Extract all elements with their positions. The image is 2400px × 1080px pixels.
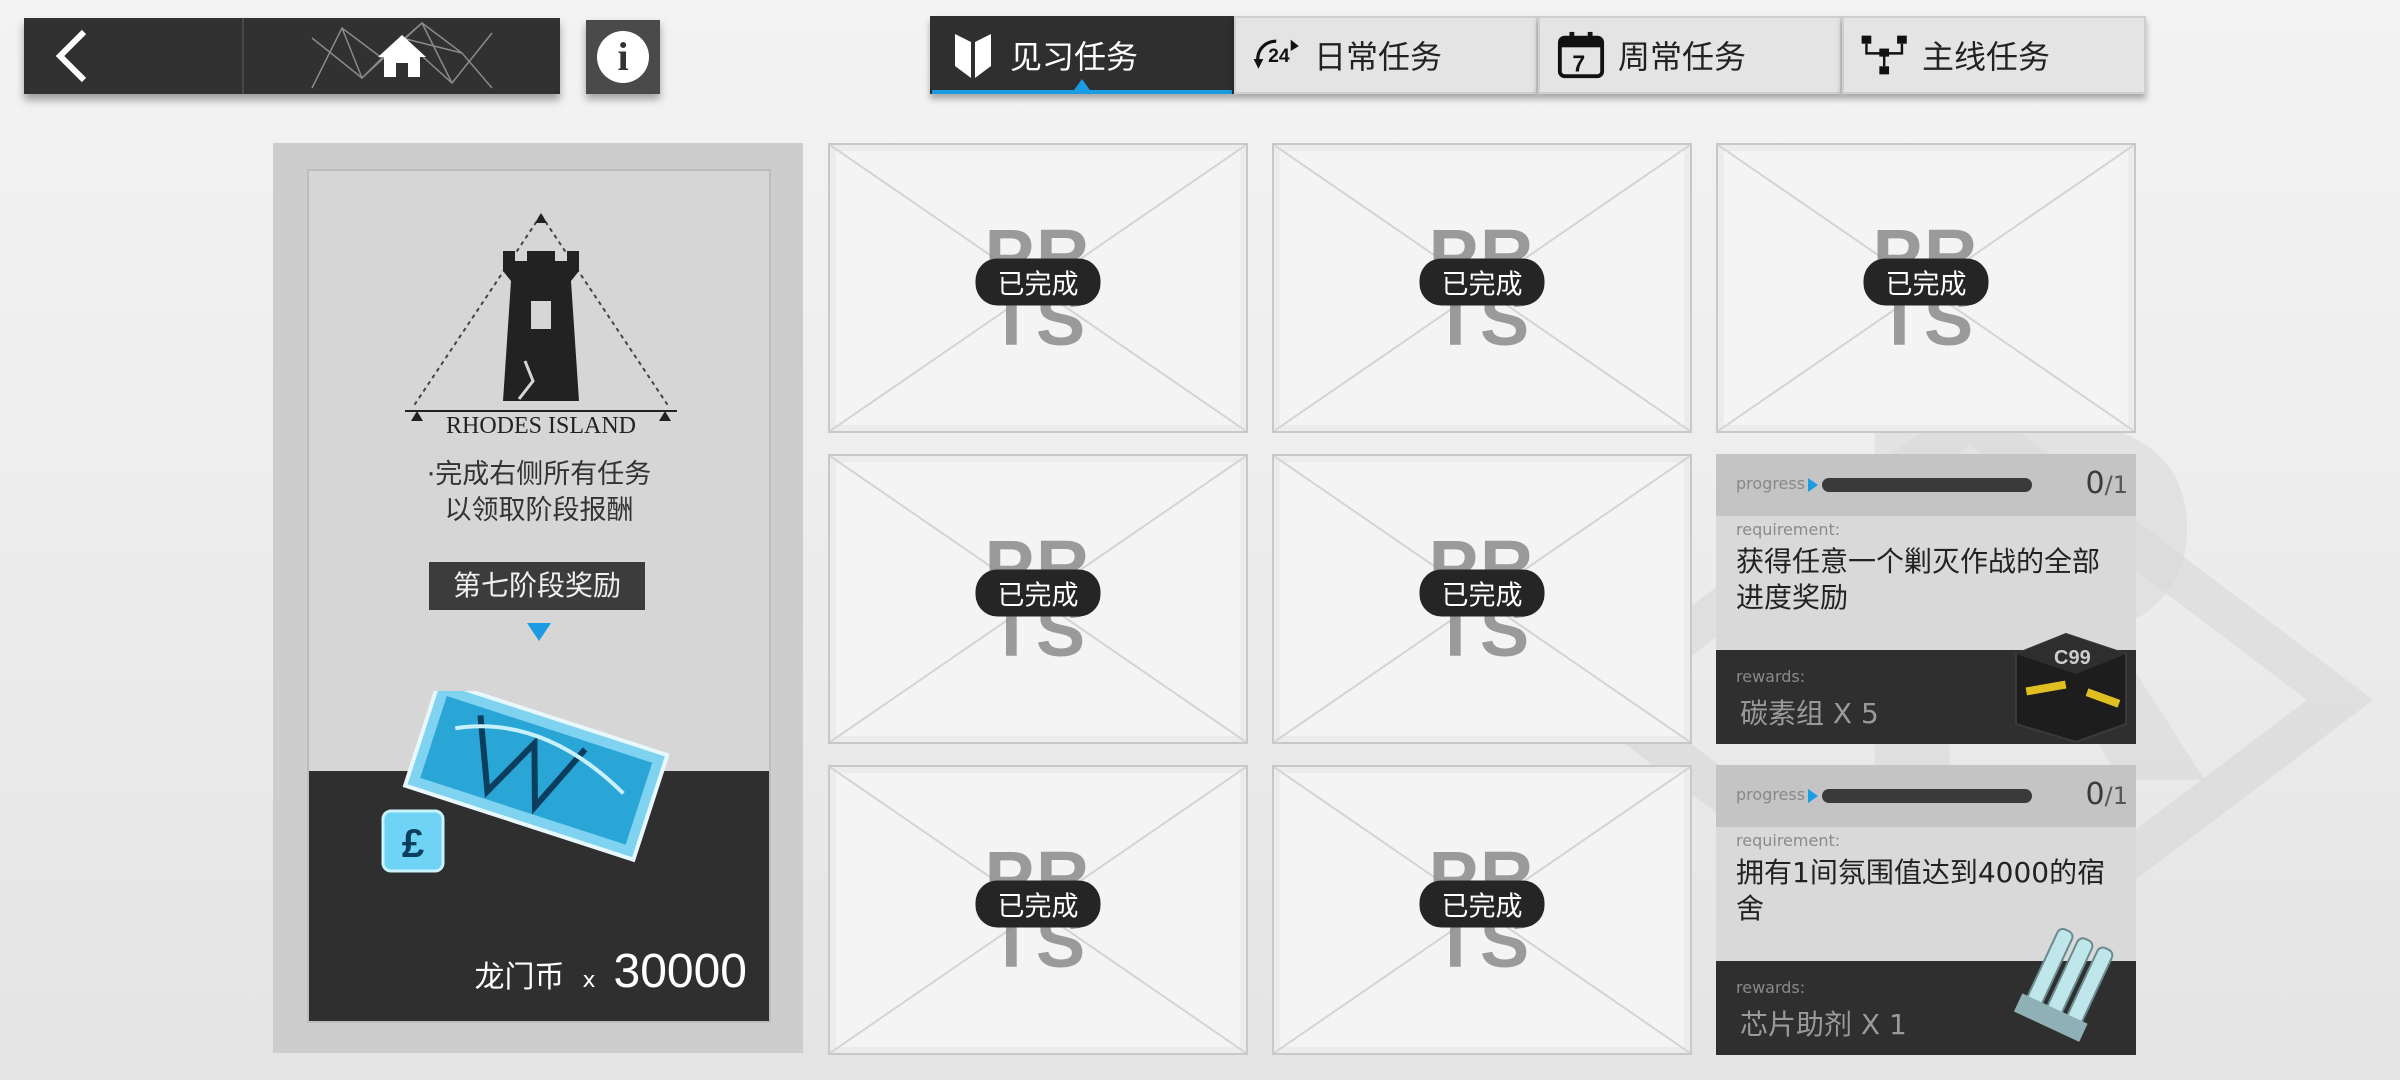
tab-label: 主线任务 — [1922, 38, 2051, 76]
progress-track — [1822, 789, 2032, 803]
task-card-completed[interactable]: PR TS 已完成 — [1272, 143, 1692, 433]
lmd-ticket-icon: £ — [381, 691, 669, 873]
play-triangle-icon — [1808, 789, 1818, 803]
completed-badge: 已完成 — [975, 569, 1101, 617]
stage-reward-description: ·完成右侧所有任务 以领取阶段报酬 — [426, 459, 652, 526]
stage-reward-amount: 龙门币 x 30000 — [474, 944, 747, 999]
task-card-open[interactable]: progress 0/1 requirement: 拥有1间氛围值达到4000的… — [1716, 765, 2136, 1055]
stage-reward-panel: RHODES ISLAND ·完成右侧所有任务 以领取阶段报酬 第七阶段奖励 £… — [273, 143, 803, 1053]
back-button[interactable] — [24, 18, 244, 94]
carbon-box-icon: C99 — [2015, 632, 2127, 744]
task-reward: 芯片助剂 X 1 — [1740, 1008, 1907, 1041]
task-card-completed[interactable]: PR TS 已完成 — [1716, 143, 2136, 433]
tab-label: 周常任务 — [1618, 38, 1747, 76]
svg-text:7: 7 — [1572, 50, 1585, 76]
top-nav-bar — [24, 18, 560, 94]
progress-track — [1822, 478, 2032, 492]
chip-catalyst-icon — [2013, 927, 2114, 1042]
svg-text:24: 24 — [1268, 45, 1290, 67]
task-reward: 碳素组 X 5 — [1740, 697, 1879, 730]
svg-text:C99: C99 — [2054, 647, 2091, 669]
requirement-label: requirement: — [1736, 520, 1841, 539]
task-card-open[interactable]: progress 0/1 requirement: 获得任意一个剿灭作战的全部进… — [1716, 454, 2136, 744]
task-card-completed[interactable]: PR TS 已完成 — [1272, 765, 1692, 1055]
completed-badge: 已完成 — [975, 258, 1101, 306]
home-button[interactable] — [244, 18, 560, 94]
active-tab-marker — [1072, 79, 1092, 93]
tab-label: 见习任务 — [1010, 38, 1139, 76]
chevron-left-icon — [55, 29, 87, 83]
task-card-completed[interactable]: PR TS 已完成 — [828, 765, 1248, 1055]
reward-multiplier: x — [582, 968, 596, 993]
rewards-label: rewards: — [1736, 978, 1806, 997]
stage-reward-label: 第七阶段奖励 — [429, 562, 645, 610]
task-progress-bar: progress 0/1 — [1716, 454, 2136, 516]
flowchart-icon — [1860, 30, 1910, 80]
tab-daily[interactable]: 24 日常任务 — [1234, 16, 1538, 94]
reward-quantity: 30000 — [613, 945, 747, 998]
tab-weekly[interactable]: 7 周常任务 — [1538, 16, 1842, 94]
calendar-7-icon: 7 — [1556, 30, 1606, 80]
task-card-completed[interactable]: PR TS 已完成 — [828, 454, 1248, 744]
completed-badge: 已完成 — [1419, 569, 1545, 617]
trainee-badge-icon — [948, 30, 998, 80]
completed-badge: 已完成 — [1419, 880, 1545, 928]
progress-count: 0/1 — [2085, 777, 2128, 812]
info-button[interactable]: i — [586, 20, 660, 94]
info-glyph: i — [617, 34, 629, 79]
tab-label: 日常任务 — [1314, 38, 1443, 76]
logo-text: RHODES ISLAND — [446, 413, 636, 439]
reward-name: 龙门币 — [474, 960, 565, 995]
progress-count: 0/1 — [2085, 466, 2128, 501]
completed-badge: 已完成 — [1419, 258, 1545, 306]
home-icon — [378, 35, 426, 77]
completed-badge: 已完成 — [1863, 258, 1989, 306]
rhodes-island-logo: RHODES ISLAND — [405, 213, 677, 439]
mission-tabs: 见习任务 24 日常任务 7 周常任务 主线任务 — [930, 16, 2146, 94]
requirement-label: requirement: — [1736, 831, 1841, 850]
play-triangle-icon — [1808, 478, 1818, 492]
completed-badge: 已完成 — [975, 880, 1101, 928]
task-progress-bar: progress 0/1 — [1716, 765, 2136, 827]
task-card-completed[interactable]: PR TS 已完成 — [1272, 454, 1692, 744]
stage-reward-card: RHODES ISLAND ·完成右侧所有任务 以领取阶段报酬 第七阶段奖励 £… — [307, 169, 771, 1023]
24h-refresh-icon: 24 — [1252, 30, 1302, 80]
down-arrow-icon — [527, 623, 551, 641]
rewards-label: rewards: — [1736, 667, 1806, 686]
task-card-completed[interactable]: PR TS 已完成 — [828, 143, 1248, 433]
tab-trainee[interactable]: 见习任务 — [930, 16, 1234, 94]
progress-label: progress — [1736, 785, 1806, 804]
info-icon: i — [597, 31, 649, 83]
progress-label: progress — [1736, 474, 1806, 493]
tab-main[interactable]: 主线任务 — [1842, 16, 2146, 94]
svg-text:£: £ — [402, 822, 424, 866]
